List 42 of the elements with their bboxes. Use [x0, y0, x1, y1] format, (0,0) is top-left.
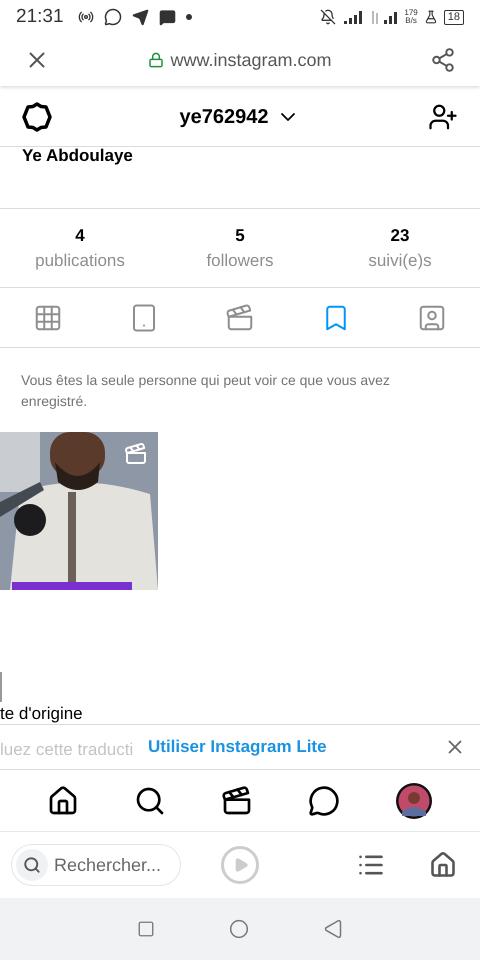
stat-count: 4: [75, 224, 85, 246]
paper-plane-icon: [132, 8, 149, 26]
username[interactable]: ye762942: [180, 102, 268, 132]
bell-off-icon: [320, 9, 336, 25]
clock: 21:31: [16, 4, 64, 29]
share-icon[interactable]: [430, 47, 456, 73]
clapperboard-icon[interactable]: [220, 784, 253, 816]
signal-icon: [370, 9, 398, 25]
battery-level: 18: [444, 10, 464, 24]
search-icon: [23, 856, 41, 874]
recents-icon[interactable]: [137, 920, 155, 938]
hotspot-icon: [78, 9, 94, 25]
home-icon[interactable]: [429, 851, 457, 879]
add-user-icon[interactable]: [428, 102, 458, 132]
search-icon[interactable]: [134, 784, 166, 816]
network-speed: 179: [404, 9, 418, 17]
search-field[interactable]: Rechercher...: [11, 844, 181, 886]
stat-count: 23: [390, 224, 410, 246]
flask-icon: [424, 10, 438, 24]
lock-icon: [148, 52, 164, 68]
dot-icon: [186, 14, 192, 20]
stat-label: followers: [206, 250, 274, 272]
clapperboard-icon: [225, 302, 255, 332]
home-circle-icon[interactable]: [229, 919, 249, 939]
settings-icon[interactable]: [22, 102, 52, 132]
translation-text: luez cette traducti: [0, 739, 134, 761]
search-placeholder: Rechercher...: [54, 854, 162, 876]
avatar[interactable]: [394, 782, 433, 820]
speech-bubble-icon: [158, 8, 176, 26]
url-text[interactable]: www.instagram.com: [170, 46, 332, 74]
stat-label: publications: [35, 250, 125, 272]
speed-unit: B/s: [405, 17, 417, 25]
play-icon: [233, 857, 249, 873]
saved-note: Vous êtes la seule personne qui peut voir ce que vous avez enregistré.: [21, 371, 391, 411]
translation-text: te d'origine: [0, 704, 83, 724]
stat-label: suivi(e)s: [368, 250, 432, 272]
signal-icon: [342, 10, 364, 24]
full-name: Ye Abdoulaye: [22, 146, 133, 165]
home-icon[interactable]: [47, 784, 80, 816]
back-icon[interactable]: [323, 919, 343, 939]
stat-count: 5: [235, 224, 245, 246]
chat-bubble-icon[interactable]: [308, 784, 340, 816]
